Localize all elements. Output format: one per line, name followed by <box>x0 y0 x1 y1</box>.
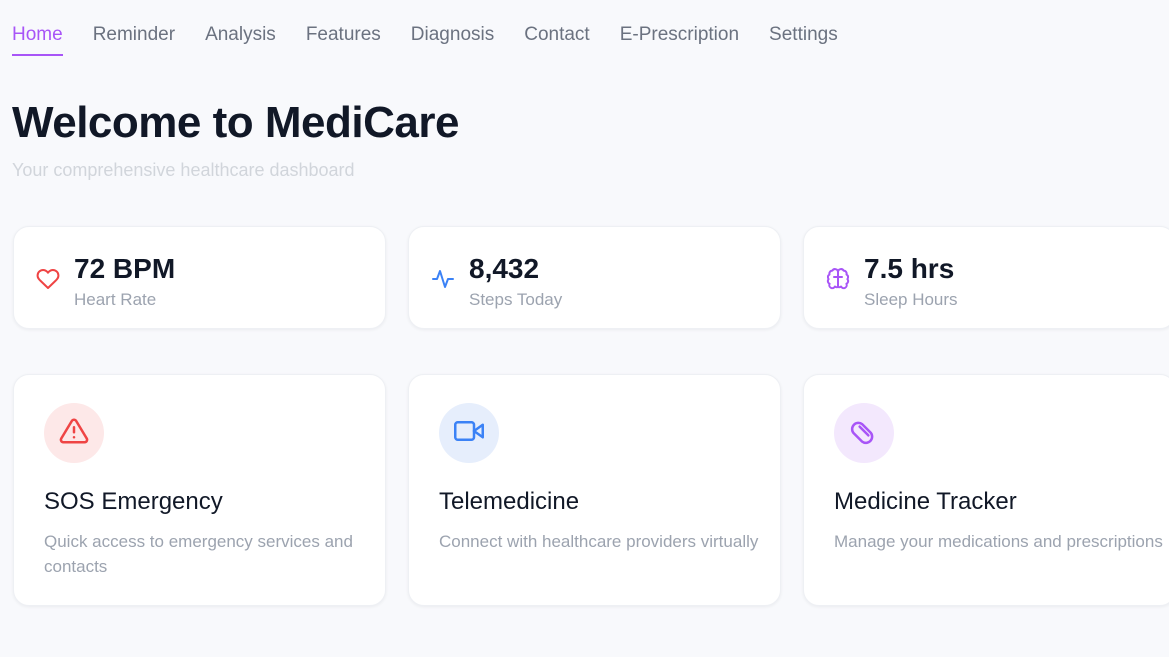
nav-item-e-prescription[interactable]: E-Prescription <box>620 24 739 56</box>
pill-icon <box>849 416 879 451</box>
heart-rate-value: 72 BPM <box>74 253 176 284</box>
heart-icon <box>36 267 60 291</box>
video-icon <box>454 416 484 451</box>
sleep-label: Sleep Hours <box>864 290 958 309</box>
nav-item-settings[interactable]: Settings <box>769 24 838 56</box>
stat-card-sleep: 7.5 hrs Sleep Hours <box>803 226 1169 329</box>
sos-description: Quick access to emergency services and c… <box>44 532 353 576</box>
medicine-icon-wrap <box>834 403 894 463</box>
nav-item-contact[interactable]: Contact <box>524 24 589 56</box>
sleep-value: 7.5 hrs <box>864 253 955 284</box>
nav-item-home[interactable]: Home <box>12 24 63 56</box>
feature-card-sos-emergency[interactable]: SOS Emergency Quick access to emergency … <box>13 374 386 606</box>
telemedicine-title: Telemedicine <box>439 488 580 515</box>
nav-item-reminder[interactable]: Reminder <box>93 24 175 56</box>
nav-item-features[interactable]: Features <box>306 24 381 56</box>
nav-item-analysis[interactable]: Analysis <box>205 24 276 56</box>
top-nav: Home Reminder Analysis Features Diagnosi… <box>12 24 868 56</box>
page-title: Welcome to MediCare <box>12 98 459 147</box>
stat-card-heart-rate: 72 BPM Heart Rate <box>13 226 386 329</box>
feature-card-telemedicine[interactable]: Telemedicine Connect with healthcare pro… <box>408 374 781 606</box>
medicine-tracker-description: Manage your medications and prescription… <box>834 532 1163 551</box>
page-subtitle: Your comprehensive healthcare dashboard <box>12 160 355 180</box>
heart-rate-label: Heart Rate <box>74 290 157 309</box>
telemedicine-description: Connect with healthcare providers virtua… <box>439 532 759 551</box>
steps-value: 8,432 <box>469 253 540 284</box>
telemedicine-icon-wrap <box>439 403 499 463</box>
sos-icon-wrap <box>44 403 104 463</box>
brain-icon <box>826 267 850 291</box>
activity-icon <box>431 267 455 291</box>
steps-label: Steps Today <box>469 290 563 309</box>
sos-title: SOS Emergency <box>44 488 223 515</box>
feature-card-medicine-tracker[interactable]: Medicine Tracker Manage your medications… <box>803 374 1169 606</box>
medicine-tracker-title: Medicine Tracker <box>834 488 1017 515</box>
alert-triangle-icon <box>59 416 89 451</box>
nav-item-diagnosis[interactable]: Diagnosis <box>411 24 494 56</box>
stat-card-steps: 8,432 Steps Today <box>408 226 781 329</box>
